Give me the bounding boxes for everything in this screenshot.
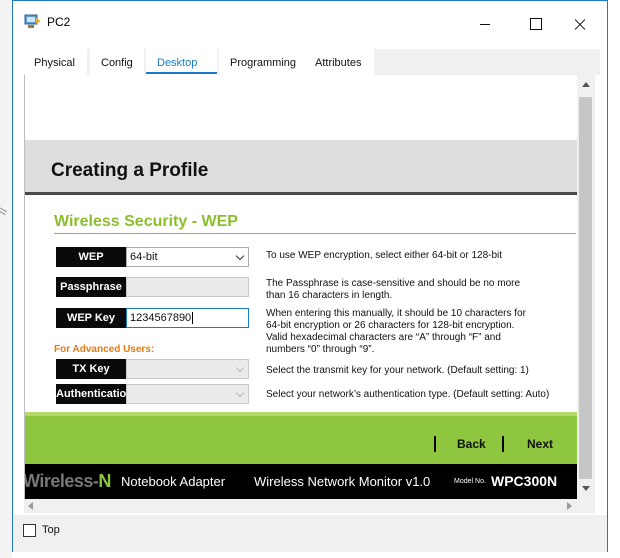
wep-select-value: 64-bit [130,251,158,263]
tab-programming[interactable]: Programming [219,49,308,75]
authentication-select[interactable] [126,384,249,404]
monitor-name: Wireless Network Monitor v1.0 [254,474,431,489]
tx-key-select[interactable] [126,359,249,379]
minimize-button[interactable] [463,9,507,39]
advanced-users-label: For Advanced Users: [54,344,155,355]
back-button[interactable]: Back [457,437,486,451]
scrollbar-corner [577,499,595,513]
title-bar[interactable]: PC2 [13,1,607,41]
tx-key-label: TX Key [56,359,126,379]
top-checkbox-label: Top [42,524,60,536]
scroll-down-arrow-icon[interactable] [582,486,590,491]
tab-physical[interactable]: Physical [23,49,87,75]
scroll-left-arrow-icon[interactable] [28,502,33,510]
passphrase-description: The Passphrase is case-sensitive and sho… [266,278,521,301]
brand-logo: Wireless-N [24,471,111,491]
window-title: PC2 [47,15,71,29]
wep-key-label: WEP Key [56,308,126,328]
tab-config[interactable]: Config [90,49,144,75]
desktop-content-pane: Creating a Profile Wireless Security - W… [24,75,589,499]
top-checkbox[interactable] [23,524,36,537]
pc2-window: PC2 Physical Config Desktop Programming … [12,0,608,552]
tab-desktop[interactable]: Desktop [146,49,217,75]
page-header: Creating a Profile [25,140,589,195]
model-number: WPC300N [491,473,558,489]
wep-select[interactable]: 64-bit [126,247,249,267]
horizontal-scrollbar[interactable] [24,499,577,513]
chevron-down-icon [235,251,245,261]
passphrase-label: Passphrase [56,277,126,297]
navigation-bar: Back Next [25,412,589,464]
tx-key-description: Select the transmit key for your network… [266,365,529,376]
product-footer: Wireless-N Notebook Adapter Wireless Net… [25,464,589,499]
scroll-right-arrow-icon[interactable] [567,502,572,510]
wep-key-description: When entering this manually, it should b… [266,308,526,355]
wep-description: To use WEP encryption, select either 64-… [266,250,503,261]
close-button[interactable] [559,9,603,39]
background-window-edge [0,0,12,558]
model-label: Model No. [454,478,486,485]
text-cursor [192,312,194,325]
maximize-button[interactable] [513,9,557,39]
tab-bar: Physical Config Desktop Programming Attr… [23,49,600,75]
scroll-up-arrow-icon[interactable] [582,82,590,87]
nav-separator [434,436,436,452]
section-title: Wireless Security - WEP [54,213,238,230]
chevron-down-icon [235,363,245,373]
nav-separator [502,436,504,452]
vertical-scrollbar[interactable] [577,75,595,499]
page-title: Creating a Profile [51,160,209,181]
tab-attributes[interactable]: Attributes [304,49,374,75]
authentication-description: Select your network’s authentication typ… [266,389,550,400]
chevron-down-icon [235,388,245,398]
authentication-label: Authentication [56,384,133,404]
scrollbar-thumb[interactable] [579,97,592,479]
wep-key-input[interactable]: 1234567890 [126,308,249,328]
wep-label: WEP [56,247,126,267]
next-button[interactable]: Next [527,437,553,451]
product-name: Notebook Adapter [121,474,226,489]
wep-key-value: 1234567890 [130,312,192,324]
section-divider [54,233,576,234]
bottom-bar: Top [13,515,607,552]
passphrase-input[interactable] [126,277,249,297]
packet-tracer-pc-icon [24,14,41,28]
